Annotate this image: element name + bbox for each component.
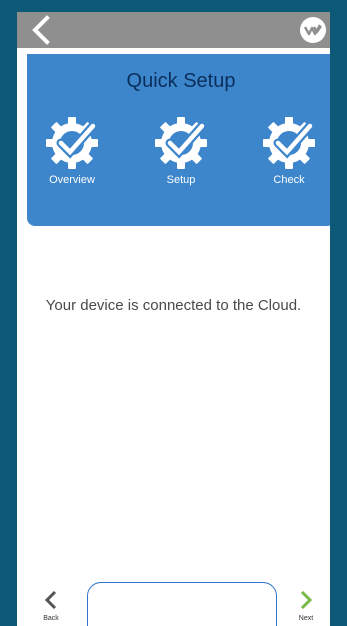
back-arrow-icon[interactable] [25,14,57,46]
connection-status-message: Your device is connected to the Cloud. [45,297,302,314]
step-check[interactable]: Check [249,112,329,186]
gear-check-icon [263,117,315,169]
gear-check-icon [155,117,207,169]
step-label: Setup [166,174,196,186]
chevron-left-icon [44,590,57,610]
next-button[interactable]: Next [294,589,318,622]
chevron-right-icon [300,590,313,610]
quick-setup-panel: Quick Setup Overview Setup Check [27,54,330,226]
back-label: Back [43,615,59,622]
gear-check-icon [46,117,98,169]
brand-logo-icon[interactable] [300,17,326,43]
setup-title: Quick Setup [126,70,236,92]
top-bar [17,12,330,51]
next-label: Next [298,615,314,622]
step-overview[interactable]: Overview [32,112,112,186]
step-label: Check [273,174,305,186]
back-button[interactable]: Back [39,589,63,622]
step-label: Overview [49,174,95,186]
step-setup[interactable]: Setup [141,112,221,186]
bottom-center-button[interactable] [87,582,277,626]
app-screen: Quick Setup Overview Setup Check Your de… [17,12,330,626]
